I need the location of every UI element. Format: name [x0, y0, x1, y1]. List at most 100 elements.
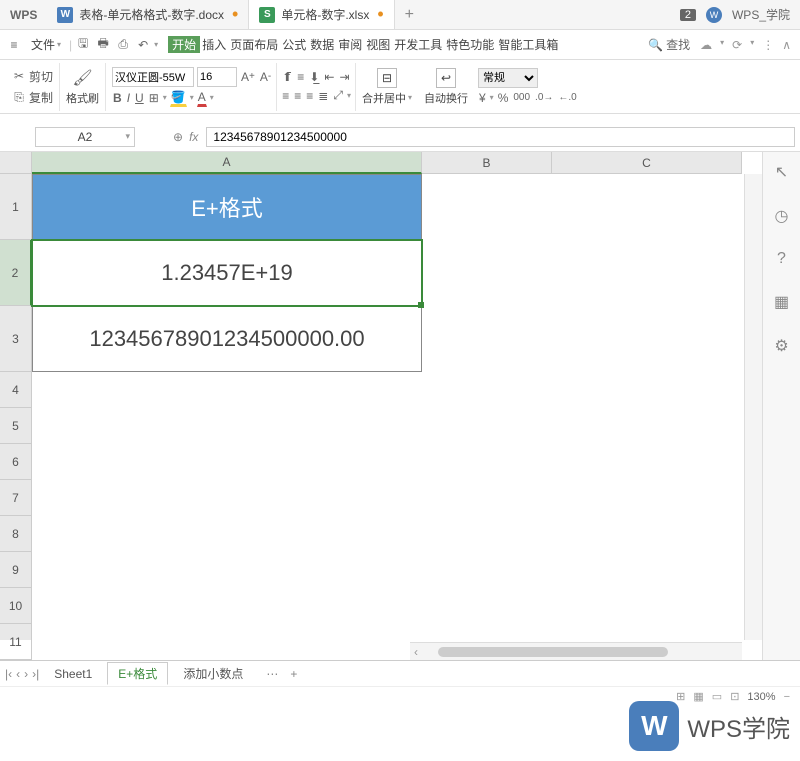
align-left-icon[interactable]: ≡: [281, 88, 290, 104]
orientation-icon[interactable]: ⤢: [332, 87, 344, 104]
row-header-5[interactable]: 5: [0, 408, 32, 444]
ribbon-tab-data[interactable]: 数据: [308, 36, 336, 53]
name-box[interactable]: A2: [35, 127, 135, 147]
scroll-thumb[interactable]: [438, 647, 668, 657]
row-header-8[interactable]: 8: [0, 516, 32, 552]
ribbon-tab-dev[interactable]: 开发工具: [392, 36, 444, 53]
apps-icon[interactable]: ▦: [774, 292, 789, 312]
cell-a3[interactable]: 12345678901234500000.00: [32, 306, 422, 372]
row-header-1[interactable]: 1: [0, 174, 32, 240]
cloud-icon[interactable]: ☁: [700, 38, 712, 52]
doc-tab-word[interactable]: W 表格-单元格格式-数字.docx •: [47, 0, 249, 29]
fill-handle[interactable]: [418, 302, 424, 308]
col-header-c[interactable]: C: [552, 152, 742, 174]
row-header-9[interactable]: 9: [0, 552, 32, 588]
cell-a2[interactable]: 1.23457E+19: [32, 240, 422, 306]
row-header-4[interactable]: 4: [0, 372, 32, 408]
font-color-icon[interactable]: A: [197, 89, 207, 107]
cell-a1[interactable]: E+格式: [32, 174, 422, 240]
merge-button[interactable]: ⊟ 合并居中▾: [356, 66, 418, 108]
doc-tab-sheet[interactable]: S 单元格-数字.xlsx •: [249, 0, 394, 29]
profile-icon[interactable]: W: [706, 7, 722, 23]
row-header-7[interactable]: 7: [0, 480, 32, 516]
border-icon[interactable]: ⊞: [148, 90, 160, 106]
cut-button[interactable]: ✂剪切: [9, 67, 55, 86]
align-center-icon[interactable]: ≡: [293, 88, 302, 104]
percent-icon[interactable]: %: [497, 90, 510, 106]
fx-icon[interactable]: fx: [189, 130, 198, 144]
increase-font-icon[interactable]: A+: [240, 69, 256, 85]
file-menu[interactable]: 文件▾: [25, 36, 67, 53]
more-icon[interactable]: ⋮: [762, 38, 774, 52]
row-header-10[interactable]: 10: [0, 588, 32, 624]
target-icon[interactable]: ⊕: [173, 130, 183, 144]
cell-grid[interactable]: E+格式 1.23457E+19 12345678901234500000.00: [32, 174, 742, 640]
indent-left-icon[interactable]: ⇤: [323, 69, 335, 85]
ribbon-tab-formula[interactable]: 公式: [280, 36, 308, 53]
sheet-nav-prev[interactable]: ‹: [16, 667, 20, 681]
ribbon-tab-smart[interactable]: 智能工具箱: [496, 36, 560, 53]
copy-button[interactable]: ⎘复制: [9, 88, 55, 107]
select-all-corner[interactable]: [0, 152, 32, 174]
row-header-3[interactable]: 3: [0, 306, 32, 372]
undo-icon[interactable]: ↶: [134, 38, 152, 52]
sync-icon[interactable]: ⟳: [732, 38, 742, 52]
decrease-font-icon[interactable]: A-: [259, 69, 272, 85]
currency-icon[interactable]: ¥: [478, 90, 487, 106]
sheet-tab-3[interactable]: 添加小数点: [172, 662, 254, 685]
sheet-tab-1[interactable]: Sheet1: [43, 664, 103, 684]
font-select[interactable]: [112, 67, 194, 87]
print-icon[interactable]: 🖶: [94, 34, 112, 55]
preview-icon[interactable]: ⎙: [114, 37, 132, 52]
wps-home-tab[interactable]: WPS: [0, 0, 47, 29]
increase-decimal-icon[interactable]: .0→: [534, 91, 554, 104]
vertical-scrollbar[interactable]: [744, 174, 762, 640]
format-brush-button[interactable]: 🖌 格式刷: [60, 66, 105, 108]
number-format-select[interactable]: 常规: [478, 68, 538, 88]
indent-right-icon[interactable]: ⇥: [338, 69, 350, 85]
settings-icon[interactable]: ⚙: [774, 336, 788, 356]
align-top-icon[interactable]: ⬆̄: [281, 69, 293, 85]
comma-icon[interactable]: 000: [512, 91, 531, 104]
col-header-b[interactable]: B: [422, 152, 552, 174]
row-header-2[interactable]: 2: [0, 240, 32, 306]
cursor-icon[interactable]: ↖: [775, 162, 788, 182]
help-icon[interactable]: ?: [777, 250, 786, 268]
formula-input[interactable]: [206, 127, 795, 147]
fill-color-icon[interactable]: 🪣: [170, 89, 187, 107]
search-button[interactable]: 🔍 查找: [644, 36, 694, 53]
row-header-6[interactable]: 6: [0, 444, 32, 480]
ribbon-tab-review[interactable]: 审阅: [336, 36, 364, 53]
sheet-nav-next[interactable]: ›: [24, 667, 28, 681]
ribbon-tab-view[interactable]: 视图: [364, 36, 392, 53]
row-header-11[interactable]: 11: [0, 624, 32, 660]
collapse-icon[interactable]: ∧: [782, 38, 791, 52]
bold-icon[interactable]: B: [112, 90, 123, 106]
italic-icon[interactable]: I: [126, 90, 131, 106]
ribbon-tab-home[interactable]: 开始: [168, 36, 200, 53]
menu-icon[interactable]: ≡: [5, 38, 23, 52]
align-bottom-icon[interactable]: ⬇̲: [308, 69, 320, 85]
col-header-a[interactable]: A: [32, 152, 422, 174]
decrease-decimal-icon[interactable]: ←.0: [557, 91, 577, 104]
align-right-icon[interactable]: ≡: [305, 88, 314, 104]
horizontal-scrollbar[interactable]: ‹: [410, 642, 742, 660]
align-middle-icon[interactable]: ≡: [296, 69, 305, 85]
underline-icon[interactable]: U: [134, 90, 145, 106]
new-tab-button[interactable]: +: [395, 6, 424, 24]
ribbon-tab-layout[interactable]: 页面布局: [228, 36, 280, 53]
sheet-more-icon[interactable]: ⋯: [266, 667, 278, 681]
font-size-select[interactable]: [197, 67, 237, 87]
justify-icon[interactable]: ≣: [317, 88, 329, 104]
ribbon-tab-insert[interactable]: 插入: [200, 36, 228, 53]
undo-dropdown[interactable]: ▾: [154, 40, 158, 49]
add-sheet-icon[interactable]: +: [290, 667, 297, 681]
sheet-nav-last[interactable]: ›|: [32, 667, 39, 681]
clock-icon[interactable]: ◷: [775, 206, 789, 226]
wrap-button[interactable]: ↩ 自动换行: [418, 66, 474, 108]
ribbon-tab-feature[interactable]: 特色功能: [444, 36, 496, 53]
sheet-nav-first[interactable]: |‹: [5, 667, 12, 681]
sheet-tab-2[interactable]: E+格式: [107, 662, 168, 685]
notification-badge[interactable]: 2: [680, 9, 696, 21]
save-icon[interactable]: 🖫: [74, 34, 92, 55]
